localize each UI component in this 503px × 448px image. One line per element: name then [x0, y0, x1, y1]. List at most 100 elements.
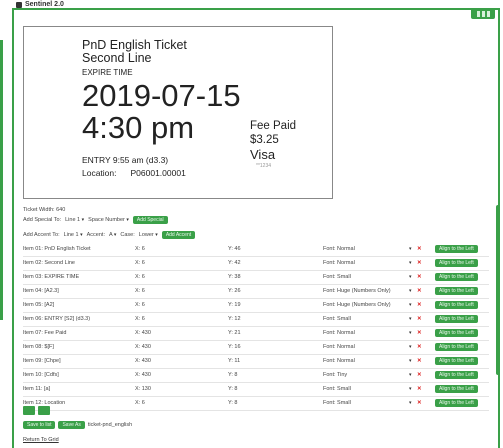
item-y-field[interactable]: Y: 8 — [228, 372, 237, 378]
item-font-select[interactable]: Font: Normal — [323, 246, 355, 252]
align-left-button[interactable]: Align to the Left — [435, 287, 478, 295]
item-font-select[interactable]: Font: Huge (Numbers Only) — [323, 302, 391, 308]
item-font-select[interactable]: Font: Small — [323, 274, 351, 280]
item-font-select[interactable]: Font: Small — [323, 316, 351, 322]
item-y-field[interactable]: Y: 46 — [228, 246, 241, 252]
delete-icon[interactable]: ✕ — [417, 274, 422, 280]
item-x-field[interactable]: X: 6 — [135, 400, 145, 406]
chevron-down-icon[interactable]: ▾ — [409, 330, 412, 336]
delete-icon[interactable]: ✕ — [417, 344, 422, 350]
item-x-field[interactable]: X: 430 — [135, 372, 151, 378]
item-x-field[interactable]: X: 130 — [135, 386, 151, 392]
item-font-select[interactable]: Font: Small — [323, 386, 351, 392]
ticket-name-field[interactable]: ticket-pnd_english — [88, 422, 132, 428]
remove-item-button[interactable] — [38, 406, 50, 415]
item-x-field[interactable]: X: 6 — [135, 260, 145, 266]
item-y-field[interactable]: Y: 26 — [228, 288, 241, 294]
align-left-button[interactable]: Align to the Left — [435, 259, 478, 267]
chevron-down-icon[interactable]: ▾ — [409, 358, 412, 364]
accent-select[interactable]: A ▾ — [109, 232, 116, 238]
chevron-down-icon[interactable]: ▾ — [409, 246, 412, 252]
accent-label: Accent: — [86, 232, 105, 238]
return-link[interactable]: Return To Grid — [23, 437, 59, 443]
item-x-field[interactable]: X: 430 — [135, 358, 151, 364]
item-y-field[interactable]: Y: 11 — [228, 358, 240, 364]
item-x-field[interactable]: X: 6 — [135, 246, 145, 252]
item-y-field[interactable]: Y: 12 — [228, 316, 241, 322]
align-left-button[interactable]: Align to the Left — [435, 329, 478, 337]
item-font-select[interactable]: Font: Normal — [323, 344, 355, 350]
align-left-button[interactable]: Align to the Left — [435, 371, 478, 379]
align-left-button[interactable]: Align to the Left — [435, 399, 478, 407]
delete-icon[interactable]: ✕ — [417, 260, 422, 266]
item-font-select[interactable]: Font: Tiny — [323, 372, 347, 378]
chevron-down-icon[interactable]: ▾ — [409, 400, 412, 406]
item-font-select[interactable]: Font: Small — [323, 400, 351, 406]
chevron-down-icon[interactable]: ▾ — [409, 372, 412, 378]
add-special-line-select[interactable]: Line 1 ▾ — [65, 217, 84, 223]
list-item: Item 12: Location X: 6 Y: 8 Font: Small … — [23, 397, 489, 411]
item-font-select[interactable]: Font: Huge (Numbers Only) — [323, 288, 391, 294]
app-title: Sentinel 2.0 — [16, 1, 64, 8]
delete-icon[interactable]: ✕ — [417, 358, 422, 364]
item-y-field[interactable]: Y: 19 — [228, 302, 241, 308]
left-accent-bar — [0, 40, 3, 320]
item-label: Item 10: [Cdfs] — [23, 372, 59, 378]
chevron-down-icon[interactable]: ▾ — [409, 288, 412, 294]
chevron-down-icon[interactable]: ▾ — [409, 302, 412, 308]
save-as-button[interactable]: Save As — [58, 421, 85, 429]
item-x-field[interactable]: X: 6 — [135, 316, 145, 322]
item-font-select[interactable]: Font: Normal — [323, 358, 355, 364]
align-left-button[interactable]: Align to the Left — [435, 357, 478, 365]
item-label: Item 06: ENTRY [S2] (d3.3) — [23, 316, 91, 322]
toggle-view-button[interactable] — [471, 8, 495, 19]
item-list: Item 01: PnD English Ticket X: 6 Y: 46 F… — [23, 243, 489, 411]
app-logo-icon — [16, 1, 22, 8]
item-x-field[interactable]: X: 6 — [135, 274, 145, 280]
chevron-down-icon[interactable]: ▾ — [409, 260, 412, 266]
scrollbar[interactable] — [496, 205, 500, 375]
delete-icon[interactable]: ✕ — [417, 372, 422, 378]
delete-icon[interactable]: ✕ — [417, 400, 422, 406]
list-item: Item 04: [A2.3] X: 6 Y: 26 Font: Huge (N… — [23, 285, 489, 299]
item-x-field[interactable]: X: 430 — [135, 330, 151, 336]
align-left-button[interactable]: Align to the Left — [435, 343, 478, 351]
save-button[interactable]: Save to list — [23, 421, 56, 429]
add-accent-line-select[interactable]: Line 1 ▾ — [64, 232, 83, 238]
list-item: Item 11: [a] X: 130 Y: 8 Font: Small ▾ ✕… — [23, 383, 489, 397]
align-left-button[interactable]: Align to the Left — [435, 245, 478, 253]
align-left-button[interactable]: Align to the Left — [435, 273, 478, 281]
delete-icon[interactable]: ✕ — [417, 386, 422, 392]
delete-icon[interactable]: ✕ — [417, 288, 422, 294]
chevron-down-icon[interactable]: ▾ — [409, 274, 412, 280]
item-y-field[interactable]: Y: 8 — [228, 386, 237, 392]
item-y-field[interactable]: Y: 38 — [228, 274, 241, 280]
list-item: Item 02: Second Line X: 6 Y: 42 Font: No… — [23, 257, 489, 271]
align-left-button[interactable]: Align to the Left — [435, 315, 478, 323]
item-y-field[interactable]: Y: 21 — [228, 330, 241, 336]
add-special-type-select[interactable]: Space Number ▾ — [88, 217, 129, 223]
align-left-button[interactable]: Align to the Left — [435, 385, 478, 393]
delete-icon[interactable]: ✕ — [417, 302, 422, 308]
item-y-field[interactable]: Y: 8 — [228, 400, 237, 406]
item-x-field[interactable]: X: 6 — [135, 288, 145, 294]
ticket-location-value: P06001.00001 — [130, 168, 186, 178]
item-y-field[interactable]: Y: 16 — [228, 344, 241, 350]
add-accent-button[interactable]: Add Accent — [161, 231, 196, 239]
chevron-down-icon[interactable]: ▾ — [409, 316, 412, 322]
case-select[interactable]: Lower ▾ — [139, 232, 158, 238]
delete-icon[interactable]: ✕ — [417, 246, 422, 252]
item-font-select[interactable]: Font: Normal — [323, 330, 355, 336]
add-special-button[interactable]: Add Special — [132, 216, 168, 224]
item-y-field[interactable]: Y: 42 — [228, 260, 241, 266]
ticket-card: Visa — [250, 147, 276, 162]
item-x-field[interactable]: X: 430 — [135, 344, 151, 350]
delete-icon[interactable]: ✕ — [417, 316, 422, 322]
chevron-down-icon[interactable]: ▾ — [409, 344, 412, 350]
chevron-down-icon[interactable]: ▾ — [409, 386, 412, 392]
delete-icon[interactable]: ✕ — [417, 330, 422, 336]
add-item-button[interactable] — [23, 406, 35, 415]
align-left-button[interactable]: Align to the Left — [435, 301, 478, 309]
item-x-field[interactable]: X: 6 — [135, 302, 145, 308]
item-font-select[interactable]: Font: Normal — [323, 260, 355, 266]
